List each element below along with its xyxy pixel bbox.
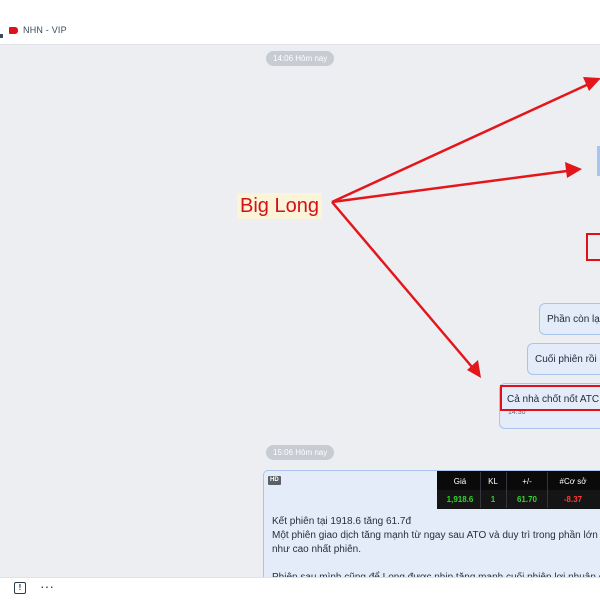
annotation-label: Big Long	[237, 193, 322, 219]
highlight-box	[586, 233, 600, 261]
message-text: Phần còn lại	[547, 314, 600, 325]
post-card[interactable]: HD Giá KL +/- #Cơ sở 1,918.6 1 61.70 -8.…	[263, 470, 600, 592]
message-bubble[interactable]: Phần còn lại	[539, 303, 600, 335]
quote-basis: -8.37	[563, 495, 583, 504]
post-line: như cao nhất phiên.	[272, 544, 361, 555]
quote-table: Giá KL +/- #Cơ sở 1,918.6 1 61.70 -8.37	[437, 471, 600, 509]
quote-change: 61.70	[516, 495, 538, 504]
arrow-line	[331, 81, 592, 204]
arrowhead	[467, 360, 481, 378]
quote-separator	[506, 472, 507, 508]
bottom-toolbar: ! ···	[0, 577, 600, 601]
quote-header: Giá	[453, 477, 467, 486]
arrow-line	[331, 201, 473, 368]
quote-header: +/-	[522, 477, 532, 486]
more-icon[interactable]: ···	[40, 578, 54, 594]
message-text: Cuối phiên rồi c	[535, 354, 600, 365]
post-body: Kết phiên tại 1918.6 tăng 61.7đ Một phiê…	[272, 515, 600, 585]
timestamp-divider: 14:06 Hôm nay	[266, 51, 335, 66]
message-bubble[interactable]: Cuối phiên rồi c	[527, 343, 600, 375]
channel-name[interactable]: NHN - VIP	[23, 25, 67, 35]
highlight-box	[500, 385, 600, 411]
quote-price: 1,918.6	[446, 495, 474, 504]
timestamp-divider: 15:06 Hôm nay	[266, 445, 335, 460]
quote-header: KL	[488, 477, 498, 486]
arrowhead	[565, 162, 582, 178]
arrow-line	[331, 169, 568, 204]
chat-header: NHN - VIP	[0, 0, 600, 45]
hd-badge: HD	[268, 476, 281, 485]
quote-header: #Cơ sở	[559, 477, 587, 486]
post-line	[272, 557, 600, 571]
channel-tag-icon	[9, 27, 18, 34]
back-edge-icon[interactable]	[0, 34, 3, 38]
message-add-icon[interactable]: !	[14, 582, 26, 594]
post-line: Một phiên giao dịch tăng mạnh từ ngay sa…	[272, 530, 600, 541]
arrowhead	[583, 77, 600, 91]
quote-volume: 1	[490, 495, 496, 504]
post-line: Kết phiên tại 1918.6 tăng 61.7đ	[272, 516, 412, 527]
